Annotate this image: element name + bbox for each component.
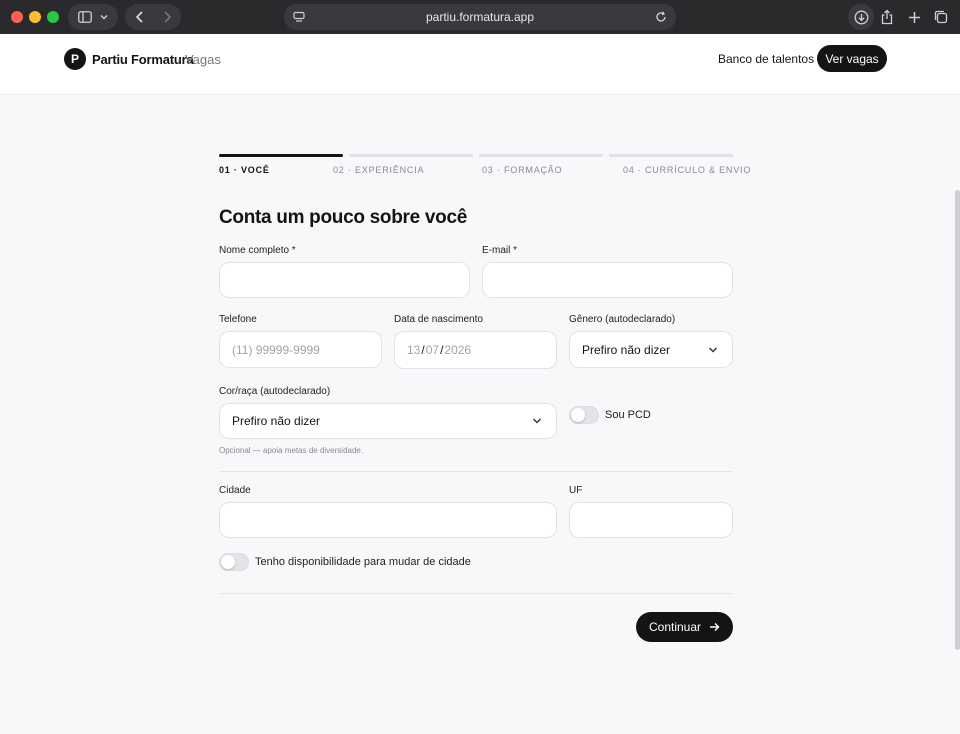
section-divider	[219, 593, 733, 594]
step-bar-3	[479, 154, 603, 157]
close-window-button[interactable]	[11, 11, 23, 23]
birth-date-label: Data de nascimento	[394, 314, 483, 325]
email-input[interactable]	[482, 262, 733, 298]
race-hint: Opcional — apoia metas de diversidade.	[219, 446, 364, 455]
minimize-window-button[interactable]	[29, 11, 41, 23]
birth-year[interactable]: 2026	[444, 343, 471, 357]
browser-toolbar: partiu.formatura.app	[0, 0, 960, 34]
share-icon	[881, 9, 893, 25]
arrow-right-icon	[710, 623, 720, 631]
view-jobs-button[interactable]: Ver vagas	[817, 45, 887, 72]
share-button[interactable]	[874, 4, 900, 30]
tab-overview-button[interactable]	[928, 4, 954, 30]
phone-placeholder: (11) 99999-9999	[232, 342, 320, 357]
page-menu-icon[interactable]	[292, 10, 306, 24]
date-separator: /	[421, 343, 425, 357]
relocate-toggle[interactable]	[219, 553, 249, 571]
race-label: Cor/raça (autodeclarado)	[219, 386, 331, 397]
city-label: Cidade	[219, 485, 251, 496]
date-separator: /	[440, 343, 444, 357]
chevron-left-icon	[135, 11, 143, 23]
step-label-1: 01 · VOCÊ	[219, 165, 270, 175]
continue-label: Continuar	[648, 620, 702, 634]
race-select[interactable]: Prefiro não dizer	[219, 403, 557, 439]
birth-month[interactable]: 07	[426, 343, 439, 357]
new-tab-button[interactable]	[901, 4, 927, 30]
race-value: Prefiro não dizer	[232, 414, 321, 428]
toggle-knob	[221, 555, 235, 569]
phone-label: Telefone	[219, 314, 257, 325]
gender-value: Prefiro não dizer	[582, 342, 671, 357]
sidebar-toggle-button[interactable]	[68, 4, 118, 30]
step-label-4: 04 · CURRÍCULO & ENVIO	[623, 165, 752, 175]
sidebar-icon	[78, 11, 92, 23]
plus-icon	[908, 11, 920, 23]
step-bar-1	[219, 154, 343, 157]
pcd-label: Sou PCD	[605, 409, 651, 421]
back-button[interactable]	[125, 4, 153, 30]
name-input[interactable]	[219, 262, 470, 298]
download-icon	[854, 10, 868, 24]
continue-button[interactable]: Continuar	[636, 612, 733, 642]
chevron-right-icon	[163, 11, 171, 23]
relocate-label: Tenho disponibilidade para mudar de cida…	[255, 556, 471, 568]
chevron-down-icon	[533, 418, 541, 424]
reload-icon[interactable]	[654, 10, 668, 24]
tabs-icon	[934, 10, 948, 24]
step-bar-2	[349, 154, 473, 157]
talent-bank-link[interactable]: Banco de talentos	[718, 52, 814, 66]
email-label: E-mail *	[482, 245, 518, 256]
zoom-window-button[interactable]	[47, 11, 59, 23]
forward-button[interactable]	[153, 4, 181, 30]
gender-select[interactable]: Prefiro não dizer	[569, 331, 733, 368]
navigation-buttons	[125, 4, 181, 30]
section-divider	[219, 471, 733, 472]
birth-day[interactable]: 13	[407, 343, 420, 357]
address-bar[interactable]: partiu.formatura.app	[284, 4, 676, 30]
form-title: Conta um pouco sobre você	[219, 207, 467, 228]
pcd-toggle[interactable]	[569, 406, 599, 424]
toggle-knob	[571, 408, 585, 422]
name-label: Nome completo *	[219, 245, 296, 256]
brand-section: · Vagas	[177, 52, 221, 67]
state-label: UF	[569, 485, 583, 496]
state-input[interactable]	[569, 502, 733, 538]
step-label-2: 02 · EXPERIÊNCIA	[333, 165, 425, 175]
logo-icon[interactable]: P	[64, 48, 86, 70]
chevron-down-icon	[709, 347, 717, 352]
city-input[interactable]	[219, 502, 557, 538]
step-bar-4	[609, 154, 733, 157]
downloads-button[interactable]	[848, 4, 874, 30]
site-header: P Partiu Formatura · Vagas Banco de tale…	[0, 34, 960, 95]
gender-label: Gênero (autodeclarado)	[569, 314, 676, 325]
step-label-3: 03 · FORMAÇÃO	[482, 165, 563, 175]
birth-date-input[interactable]: 13/07/2026	[394, 331, 557, 369]
scrollbar[interactable]	[955, 190, 960, 650]
url-text: partiu.formatura.app	[425, 10, 535, 24]
phone-input[interactable]: (11) 99999-9999	[219, 331, 382, 368]
chevron-down-icon	[100, 15, 108, 20]
